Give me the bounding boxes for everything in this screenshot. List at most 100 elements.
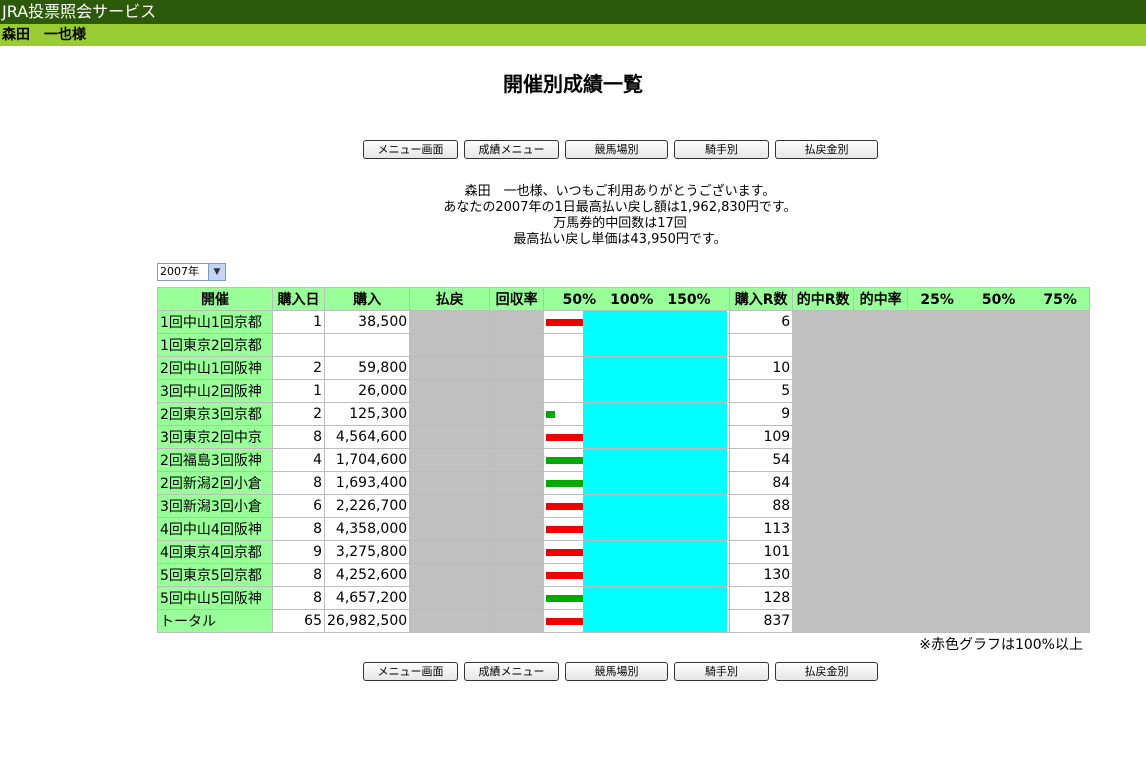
payout-button[interactable]: 払戻金別 xyxy=(775,662,878,681)
message-line: 最高払い戻し単価は43,950円です。 xyxy=(513,232,727,247)
return-bar xyxy=(546,618,584,625)
bottom-button-row: メニュー画面 成績メニュー 競馬場別 騎手別 払戻金別 xyxy=(363,662,878,681)
payout-cell xyxy=(409,333,491,357)
days-cell: 8 xyxy=(272,471,325,495)
table-header-row: 開催 購入日 購入 払戻 回収率 50% 100% 150% 購入R数 的中R数… xyxy=(157,287,1091,311)
message-line: あなたの2007年の1日最高払い戻し額は1,962,830円です。 xyxy=(443,200,797,215)
race-count-cell: 101 xyxy=(729,540,794,564)
return-rate-cell xyxy=(489,540,545,564)
race-count-cell: 837 xyxy=(729,609,794,633)
user-name: 森田 一也様 xyxy=(2,27,86,43)
kaisai-cell: 2回東京3回京都 xyxy=(157,402,273,426)
kaisai-cell: 3回新潟3回小倉 xyxy=(157,494,273,518)
graph-range-band xyxy=(583,311,728,333)
purchase-cell: 1,704,600 xyxy=(323,448,411,472)
graph-range-band xyxy=(583,495,728,517)
graph-range-band xyxy=(583,518,728,540)
return-bar xyxy=(546,457,584,464)
header-hit-scale: 25% 50% 75% xyxy=(907,287,1091,311)
racecourse-button[interactable]: 競馬場別 xyxy=(565,662,668,681)
purchase-cell: 59,800 xyxy=(323,356,411,380)
race-count-cell: 9 xyxy=(729,402,794,426)
days-cell: 8 xyxy=(272,425,325,449)
graph-range-band xyxy=(583,357,728,379)
greeting-message: 森田 一也様、いつもご利用ありがとうございます。 あなたの2007年の1日最高払… xyxy=(0,184,1146,248)
race-count-cell: 113 xyxy=(729,517,794,541)
menu-button[interactable]: メニュー画面 xyxy=(363,140,458,159)
return-graph-cell xyxy=(543,609,731,633)
graph-note: ※赤色グラフは100%以上 xyxy=(919,637,1083,653)
kaisai-cell: 2回新潟2回小倉 xyxy=(157,471,273,495)
race-count-cell: 5 xyxy=(729,379,794,403)
payout-cell xyxy=(409,494,491,518)
return-graph-cell xyxy=(543,540,731,564)
days-cell: 1 xyxy=(272,379,325,403)
days-cell: 6 xyxy=(272,494,325,518)
return-rate-cell xyxy=(489,402,545,426)
return-rate-cell xyxy=(489,586,545,610)
year-select[interactable]: 2007年 ▼ xyxy=(157,263,226,281)
year-select-value: 2007年 xyxy=(160,265,199,278)
app-title: JRA投票照会サービス xyxy=(2,2,157,21)
header-payout: 払戻 xyxy=(409,287,491,311)
payout-cell xyxy=(409,471,491,495)
results-menu-button[interactable]: 成績メニュー xyxy=(464,140,559,159)
return-bar xyxy=(546,319,584,326)
graph-range-band xyxy=(583,587,728,609)
chevron-down-icon[interactable]: ▼ xyxy=(208,264,225,280)
page-title: 開催別成績一覧 xyxy=(503,72,643,96)
header-race-count: 購入R数 xyxy=(729,287,794,311)
results-table: 開催 購入日 購入 払戻 回収率 50% 100% 150% 購入R数 的中R数… xyxy=(157,287,1091,633)
kaisai-cell: トータル xyxy=(157,609,273,633)
payout-cell xyxy=(409,540,491,564)
results-menu-button[interactable]: 成績メニュー xyxy=(464,662,559,681)
hit-block xyxy=(792,310,1091,633)
header-purchase: 購入 xyxy=(323,287,411,311)
kaisai-cell: 4回中山4回阪神 xyxy=(157,517,273,541)
payout-button[interactable]: 払戻金別 xyxy=(775,140,878,159)
days-cell: 2 xyxy=(272,356,325,380)
return-bar xyxy=(546,572,584,579)
message-line: 森田 一也様、いつもご利用ありがとうございます。 xyxy=(464,184,776,199)
days-cell: 65 xyxy=(272,609,325,633)
app-title-bar: JRA投票照会サービス xyxy=(0,0,1146,24)
race-count-cell: 88 xyxy=(729,494,794,518)
graph-range-band xyxy=(583,426,728,448)
purchase-cell: 1,693,400 xyxy=(323,471,411,495)
return-graph-cell xyxy=(543,471,731,495)
header-return-rate: 回収率 xyxy=(489,287,545,311)
days-cell: 1 xyxy=(272,310,325,334)
top-button-row: メニュー画面 成績メニュー 競馬場別 騎手別 払戻金別 xyxy=(363,140,878,159)
race-count-cell: 109 xyxy=(729,425,794,449)
return-bar xyxy=(546,526,584,533)
payout-cell xyxy=(409,586,491,610)
header-hit-count: 的中R数 xyxy=(792,287,855,311)
days-cell: 8 xyxy=(272,586,325,610)
menu-button[interactable]: メニュー画面 xyxy=(363,662,458,681)
kaisai-cell: 5回東京5回京都 xyxy=(157,563,273,587)
payout-cell xyxy=(409,517,491,541)
kaisai-cell: 4回東京4回京都 xyxy=(157,540,273,564)
race-count-cell: 84 xyxy=(729,471,794,495)
return-graph-cell xyxy=(543,563,731,587)
race-count-cell: 10 xyxy=(729,356,794,380)
return-graph-cell xyxy=(543,448,731,472)
message-line: 万馬券的中回数は17回 xyxy=(553,216,687,231)
purchase-cell: 4,657,200 xyxy=(323,586,411,610)
return-graph-cell xyxy=(543,425,731,449)
return-bar xyxy=(546,411,556,418)
purchase-cell: 4,564,600 xyxy=(323,425,411,449)
return-bar xyxy=(546,434,584,441)
payout-cell xyxy=(409,402,491,426)
payout-cell xyxy=(409,379,491,403)
kaisai-cell: 3回中山2回阪神 xyxy=(157,379,273,403)
graph-range-band xyxy=(583,449,728,471)
payout-cell xyxy=(409,448,491,472)
racecourse-button[interactable]: 競馬場別 xyxy=(565,140,668,159)
header-return-scale: 50% 100% 150% xyxy=(543,287,731,311)
graph-range-band xyxy=(583,541,728,563)
jockey-button[interactable]: 騎手別 xyxy=(674,140,769,159)
jockey-button[interactable]: 騎手別 xyxy=(674,662,769,681)
return-rate-cell xyxy=(489,356,545,380)
days-cell: 2 xyxy=(272,402,325,426)
